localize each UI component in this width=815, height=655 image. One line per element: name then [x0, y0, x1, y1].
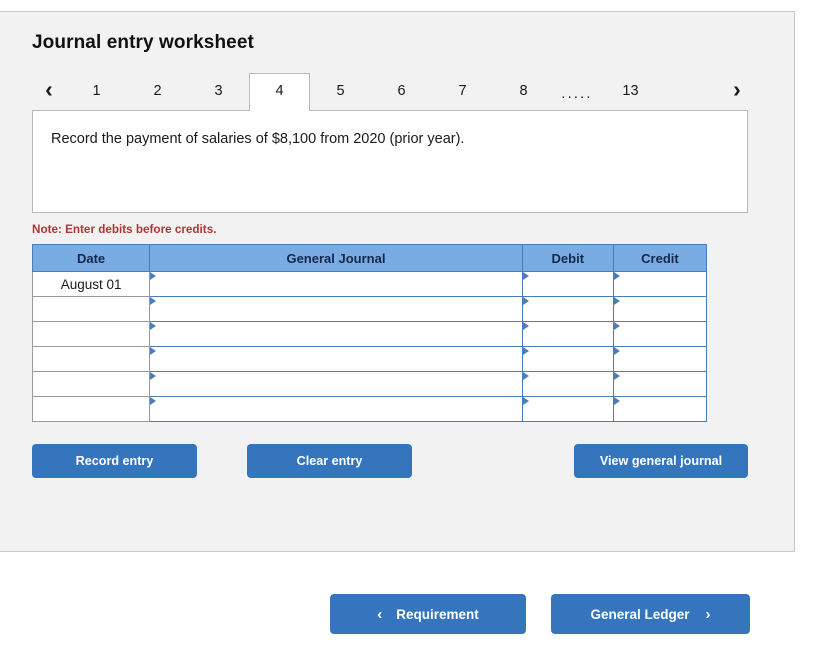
bottom-navigation: ‹ Requirement General Ledger › — [0, 594, 815, 634]
cell-credit[interactable] — [612, 321, 708, 347]
tab-3[interactable]: 3 — [188, 73, 249, 110]
transaction-prompt-text: Record the payment of salaries of $8,100… — [51, 131, 465, 147]
tab-8[interactable]: 8 — [493, 73, 554, 110]
tab-13[interactable]: 13 — [600, 73, 661, 110]
previous-tab-arrow-icon[interactable]: ‹ — [32, 73, 66, 110]
cell-debit[interactable] — [521, 296, 614, 322]
tab-7[interactable]: 7 — [432, 73, 493, 110]
clear-entry-button[interactable]: Clear entry — [247, 444, 412, 478]
cell-date[interactable] — [31, 321, 151, 347]
cell-credit[interactable] — [612, 371, 708, 397]
column-header-debit: Debit — [521, 244, 614, 272]
tab-list: 1 2 3 4 5 6 7 8 ..... 13 — [66, 73, 661, 111]
cell-date[interactable] — [31, 296, 151, 322]
cell-date[interactable] — [31, 371, 151, 397]
next-tab-arrow-icon[interactable]: › — [720, 73, 754, 110]
cell-general-journal[interactable] — [149, 371, 523, 397]
chevron-left-icon: ‹ — [377, 605, 383, 623]
cell-date[interactable] — [31, 396, 151, 422]
table-header-row: Date General Journal Debit Credit — [31, 244, 708, 272]
tab-1[interactable]: 1 — [66, 73, 127, 110]
tab-6[interactable]: 6 — [371, 73, 432, 110]
worksheet-actions: Record entry Clear entry View general jo… — [32, 444, 764, 478]
worksheet-tab-strip: ‹ 1 2 3 4 5 6 7 8 ..... 13 › — [32, 73, 764, 111]
column-header-credit: Credit — [612, 244, 708, 272]
column-header-date: Date — [31, 244, 151, 272]
table-row — [31, 346, 708, 372]
cell-general-journal[interactable] — [149, 271, 523, 297]
cell-general-journal[interactable] — [149, 296, 523, 322]
table-row: August 01 — [31, 271, 708, 297]
cell-debit[interactable] — [521, 321, 614, 347]
view-general-journal-button[interactable]: View general journal — [574, 444, 748, 478]
debits-before-credits-note: Note: Enter debits before credits. — [32, 223, 217, 236]
tab-ellipsis: ..... — [561, 86, 593, 102]
general-ledger-button-label: General Ledger — [590, 606, 690, 622]
requirement-button-label: Requirement — [396, 606, 479, 622]
cell-general-journal[interactable] — [149, 321, 523, 347]
cell-date[interactable] — [31, 346, 151, 372]
cell-credit[interactable] — [612, 396, 708, 422]
table-row — [31, 321, 708, 347]
cell-general-journal[interactable] — [149, 396, 523, 422]
tab-4[interactable]: 4 — [249, 73, 310, 111]
cell-general-journal[interactable] — [149, 346, 523, 372]
transaction-prompt-panel: Record the payment of salaries of $8,100… — [32, 110, 748, 213]
page-title: Journal entry worksheet — [32, 32, 254, 53]
cell-debit[interactable] — [521, 346, 614, 372]
cell-debit[interactable] — [521, 371, 614, 397]
cell-credit[interactable] — [612, 296, 708, 322]
tab-2[interactable]: 2 — [127, 73, 188, 110]
cell-credit[interactable] — [612, 271, 708, 297]
table-row — [31, 371, 708, 397]
table-row — [31, 396, 708, 422]
record-entry-button[interactable]: Record entry — [32, 444, 197, 478]
table-row — [31, 296, 708, 322]
column-header-general-journal: General Journal — [149, 244, 523, 272]
chevron-right-icon: › — [705, 605, 711, 623]
requirement-button[interactable]: ‹ Requirement — [330, 594, 526, 634]
journal-entry-table: Date General Journal Debit Credit August… — [31, 244, 708, 422]
cell-date[interactable]: August 01 — [31, 271, 151, 297]
general-ledger-button[interactable]: General Ledger › — [551, 594, 750, 634]
cell-debit[interactable] — [521, 396, 614, 422]
cell-debit[interactable] — [521, 271, 614, 297]
tab-5[interactable]: 5 — [310, 73, 371, 110]
cell-credit[interactable] — [612, 346, 708, 372]
journal-entry-worksheet-card: Journal entry worksheet ‹ 1 2 3 4 5 6 7 … — [0, 11, 795, 552]
